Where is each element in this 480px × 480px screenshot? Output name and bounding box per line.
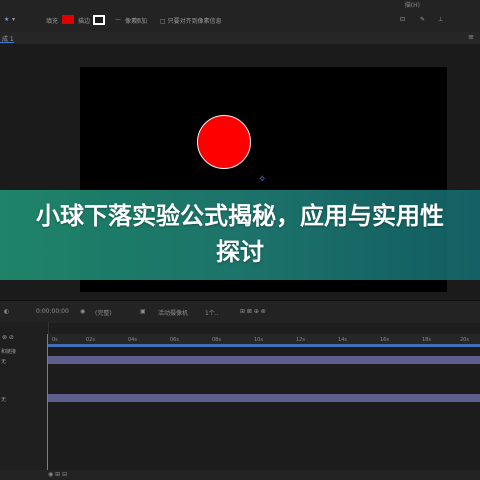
ruler-tick: 12s — [296, 337, 305, 343]
ruler-tick: 0s — [52, 337, 58, 343]
view-options-icon[interactable]: ⊞ ⊠ ⊕ ⊗ — [240, 308, 266, 315]
timecode[interactable]: 0:00:00:00 — [36, 308, 69, 315]
viewer-controls-bar: ◐ 0:00:00:00 ◉ (完整) ▣ 活动摄像机 1个.. ⊞ ⊠ ⊕ ⊗ — [0, 300, 480, 323]
layer-switches-icon[interactable]: ⊗ ⊘ — [2, 334, 14, 341]
toolbar: ★ ▾ 填充 描边 — 像素 添加 □ 只要对齐到像素信息 ⊡ ✎ ⊥ — [0, 10, 480, 33]
feather-icon[interactable]: ✎ — [420, 16, 425, 23]
playhead[interactable] — [47, 334, 48, 470]
ruler-tick: 18s — [422, 337, 431, 343]
layer-duration-bar[interactable] — [48, 394, 480, 402]
active-tab-indicator — [0, 42, 14, 43]
stroke-label: 描边 — [78, 18, 91, 25]
quality-select[interactable]: (完整) — [95, 308, 112, 317]
fill-color-swatch[interactable] — [62, 15, 74, 24]
ruler-tick: 16s — [380, 337, 389, 343]
layer-panel: ⊗ ⊘ 和链接 无 无 — [0, 322, 49, 480]
region-icon[interactable]: ▣ — [140, 308, 146, 315]
ruler-tick: 04s — [128, 337, 137, 343]
menu-title-fragment: 描(H) — [404, 2, 420, 9]
ruler-tick: 08s — [212, 337, 221, 343]
snap-icon[interactable]: ⊡ — [400, 16, 405, 23]
article-title-banner: 小球下落实验公式揭秘，应用与实用性探讨 — [0, 190, 480, 280]
parent-link-header: 和链接 — [1, 349, 17, 355]
ruler-tick: 20s — [460, 337, 469, 343]
add-label[interactable]: 添加 — [135, 16, 147, 25]
red-ball-shape[interactable] — [197, 115, 251, 169]
layer-duration-bar[interactable] — [48, 356, 480, 364]
menu-bar: 描(H) — [0, 0, 480, 10]
parent-value-2[interactable]: 无 — [1, 396, 6, 403]
ruler-tick: 06s — [170, 337, 179, 343]
pin-icon[interactable]: ⊥ — [438, 16, 443, 23]
star-dropdown-icon[interactable]: ▾ — [12, 16, 15, 23]
snap-pixels-option[interactable]: □ 只要对齐到像素信息 — [160, 16, 222, 25]
timeline-bottom-bar: ◉ ⊞ ⊟ — [0, 470, 480, 480]
ruler-tick: 10s — [254, 337, 263, 343]
camera-icon[interactable]: ◉ — [80, 308, 85, 315]
panel-menu-icon[interactable]: ≡ — [468, 33, 474, 41]
stroke-color-swatch[interactable] — [93, 15, 105, 25]
work-area-bar[interactable] — [48, 344, 480, 347]
article-title: 小球下落实验公式揭秘，应用与实用性探讨 — [36, 202, 444, 266]
star-tool-icon[interactable]: ★ — [4, 16, 9, 23]
zoom-icon[interactable]: ◐ — [4, 308, 9, 315]
parent-value-1[interactable]: 无 — [1, 358, 6, 365]
timeline-tracks[interactable] — [48, 346, 480, 470]
camera-select[interactable]: 活动摄像机 — [158, 308, 188, 317]
ruler-tick: 14s — [338, 337, 347, 343]
ruler-tick: 02s — [86, 337, 95, 343]
stroke-width-value[interactable]: — — [115, 16, 121, 23]
anchor-point-icon[interactable]: ✧ — [258, 175, 268, 185]
fill-label: 填充 — [46, 18, 59, 25]
toggle-switches-icon[interactable]: ◉ ⊞ ⊟ — [48, 471, 67, 478]
views-select[interactable]: 1个.. — [205, 308, 219, 317]
